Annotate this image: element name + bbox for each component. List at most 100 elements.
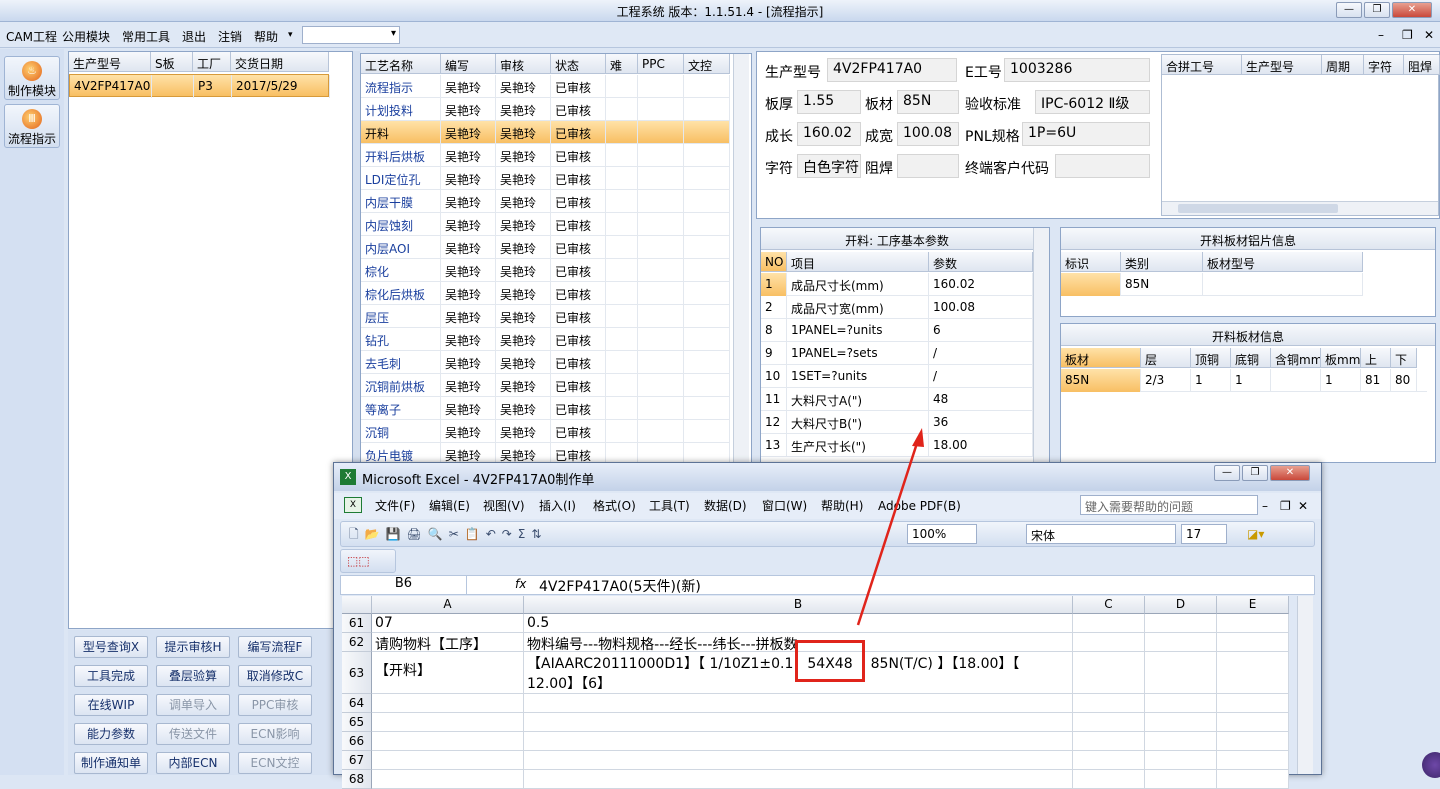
table-row[interactable]: 85N (1061, 273, 1363, 296)
col-header[interactable]: 板mm (1321, 348, 1361, 368)
col-header[interactable]: 板材型号 (1203, 252, 1363, 272)
eno-field[interactable]: 1003286 (1004, 58, 1150, 82)
menu-exit[interactable]: 退出 (182, 28, 206, 45)
table-row[interactable]: 1 成品尺寸长(mm) 160.02 (761, 273, 1033, 296)
col-header[interactable]: 周期 (1322, 55, 1364, 75)
cell[interactable] (1145, 652, 1217, 694)
table-row[interactable]: 13 生产尺寸长(") 18.00 (761, 434, 1033, 457)
excel-menu-insert[interactable]: 插入(I) (539, 496, 576, 516)
cell[interactable] (1217, 694, 1289, 713)
minimize-button[interactable]: — (1336, 2, 1362, 18)
col-header[interactable]: 层 (1141, 348, 1191, 368)
fill-color-icon[interactable]: ◪▾ (1247, 524, 1264, 544)
cell[interactable] (1073, 732, 1145, 751)
table-row[interactable]: LDI定位孔 吴艳玲 吴艳玲 已审核 (361, 167, 730, 190)
col-header-d[interactable]: D (1145, 596, 1217, 614)
cell[interactable] (1145, 713, 1217, 732)
tool-complete-button[interactable]: 工具完成 (74, 665, 148, 687)
excel-minimize-button[interactable]: — (1214, 465, 1240, 481)
pnl-field[interactable]: 1P=6U (1022, 122, 1150, 146)
table-row[interactable]: 2 成品尺寸宽(mm) 100.08 (761, 296, 1033, 319)
cell[interactable] (1217, 652, 1289, 694)
excel-maximize-button[interactable]: ❐ (1242, 465, 1268, 481)
table-row[interactable]: 内层AOI 吴艳玲 吴艳玲 已审核 (361, 236, 730, 259)
nav-make-module[interactable]: ♨ 制作模块 (4, 56, 60, 100)
cell[interactable] (1217, 732, 1289, 751)
cell[interactable] (1145, 614, 1217, 633)
internal-ecn-button[interactable]: 内部ECN (156, 752, 230, 774)
scrollbar[interactable] (733, 54, 749, 462)
col-header[interactable]: 标识 (1061, 252, 1121, 272)
col-header[interactable]: 字符 (1364, 55, 1404, 75)
cell[interactable] (1217, 614, 1289, 633)
table-row[interactable]: 沉铜前烘板 吴艳玲 吴艳玲 已审核 (361, 374, 730, 397)
col-header[interactable]: S板 (151, 52, 193, 72)
table-row[interactable]: 12 大料尺寸B(") 36 (761, 411, 1033, 434)
sheet-scrollbar[interactable] (1297, 596, 1313, 774)
col-header[interactable]: 文控 (684, 54, 730, 74)
cell[interactable] (1073, 652, 1145, 694)
cell[interactable] (1145, 633, 1217, 652)
send-file-button[interactable]: 传送文件 (156, 723, 230, 745)
font-select[interactable]: 宋体 (1026, 524, 1176, 544)
prompt-review-button[interactable]: 提示审核H (156, 636, 230, 658)
table-row[interactable]: 开料 吴艳玲 吴艳玲 已审核 (361, 121, 730, 144)
col-header[interactable]: 状态 (551, 54, 606, 74)
cell[interactable] (1073, 614, 1145, 633)
cell[interactable] (1073, 713, 1145, 732)
menu-help[interactable]: 帮助 (254, 28, 278, 45)
table-row[interactable]: 棕化 吴艳玲 吴艳玲 已审核 (361, 259, 730, 282)
close-button[interactable]: ✕ (1392, 2, 1432, 18)
col-header-a[interactable]: A (372, 596, 524, 614)
col-header[interactable]: 生产型号 (69, 52, 151, 72)
cell-a[interactable] (372, 694, 524, 713)
col-header[interactable]: 审核 (496, 54, 551, 74)
table-row[interactable]: 10 1SET=?units / (761, 365, 1033, 388)
capability-button[interactable]: 能力参数 (74, 723, 148, 745)
thickness-field[interactable]: 1.55 (797, 90, 861, 114)
table-row[interactable]: 等离子 吴艳玲 吴艳玲 已审核 (361, 397, 730, 420)
cell[interactable] (1145, 770, 1217, 789)
length-field[interactable]: 160.02 (797, 122, 861, 146)
cell[interactable] (1073, 633, 1145, 652)
excel-menu-edit[interactable]: 编辑(E) (429, 496, 470, 516)
col-header[interactable]: 工厂 (193, 52, 231, 72)
col-header[interactable]: 项目 (787, 252, 929, 272)
corner-widget[interactable] (1422, 752, 1440, 778)
cell[interactable] (1217, 713, 1289, 732)
excel-close-button[interactable]: ✕ (1270, 465, 1310, 481)
col-header[interactable]: PPC (638, 54, 684, 74)
cell-b[interactable] (524, 694, 1073, 713)
pdf-icon[interactable]: ⬚⬚ (347, 551, 370, 571)
cell-b[interactable] (524, 751, 1073, 770)
excel-menu-format[interactable]: 格式(O) (593, 496, 636, 516)
cell[interactable] (1073, 694, 1145, 713)
silkscreen-field[interactable]: 白色字符 (797, 154, 861, 178)
cell[interactable] (1145, 751, 1217, 770)
stack-check-button[interactable]: 叠层验算 (156, 665, 230, 687)
cell[interactable] (1073, 751, 1145, 770)
col-header[interactable]: 板材 (1061, 348, 1141, 368)
excel-menu-file[interactable]: 文件(F) (375, 496, 415, 516)
col-header[interactable]: 含铜mm (1271, 348, 1321, 368)
col-header[interactable]: 上 (1361, 348, 1391, 368)
mdi-close-icon[interactable]: ✕ (1424, 28, 1434, 42)
col-header[interactable]: 难 (606, 54, 638, 74)
notice-button[interactable]: 制作通知单 (74, 752, 148, 774)
excel-menu-view[interactable]: 视图(V) (483, 496, 525, 516)
row-header[interactable]: 62 (342, 633, 372, 652)
col-header[interactable]: 顶铜 (1191, 348, 1231, 368)
col-header[interactable]: 阻焊 (1404, 55, 1440, 75)
cell-a[interactable] (372, 770, 524, 789)
workbook-icon[interactable]: X (344, 497, 362, 513)
menu-public[interactable]: 公用模块 (62, 28, 110, 45)
cell-b[interactable] (524, 770, 1073, 789)
menu-tools[interactable]: 常用工具 (122, 28, 170, 45)
table-row[interactable]: 8 1PANEL=?units 6 (761, 319, 1033, 342)
row-header[interactable]: 63 (342, 652, 372, 694)
cell-b[interactable] (524, 713, 1073, 732)
width-field[interactable]: 100.08 (897, 122, 959, 146)
table-row[interactable]: 85N 2/3 1 1 1 81 80 (1061, 369, 1427, 392)
excel-menu-pdf[interactable]: Adobe PDF(B) (878, 496, 961, 516)
ppc-review-button[interactable]: PPC审核 (238, 694, 312, 716)
